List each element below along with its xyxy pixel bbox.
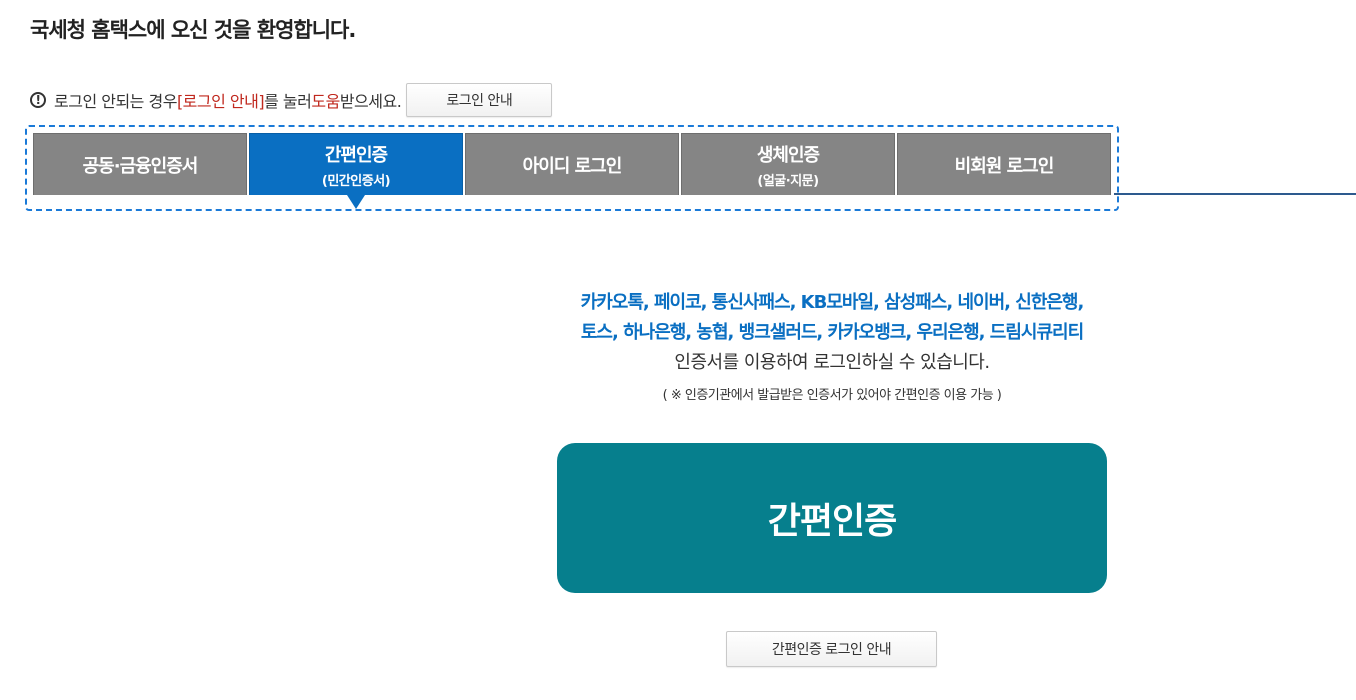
tab-label: 아이디 로그인 [522,155,623,177]
page-title: 국세청 홈택스에 오신 것을 환영합니다. [30,18,356,42]
login-guide-button[interactable]: 로그인 안내 [406,83,553,117]
notice-text-after: 받으세요. [339,92,402,111]
tab-label: 생체인증 [756,144,820,166]
simple-auth-button[interactable]: 간편인증 [557,443,1107,593]
login-method-tabs: 공동·금융인증서 간편인증 (민간인증서) 아이디 로그인 생체인증 (얼굴·지… [33,133,1113,195]
info-note: ( ※ 인증기관에서 발급받은 인증서가 있어야 간편인증 이용 가능 ) [662,388,1002,403]
notice-text-middle: 를 눌러 [264,92,312,111]
providers-line-1: 카카오톡, 페이코, 통신사패스, KB모바일, 삼성패스, 네이버, 신한은행… [580,292,1085,313]
notice-highlight: 도움 [311,92,340,111]
tab-id-login[interactable]: 아이디 로그인 [465,133,679,195]
tab-sublabel: (민간인증서) [321,173,391,189]
simple-auth-guide-button[interactable]: 간편인증 로그인 안내 [726,631,937,667]
tab-underline [1114,193,1356,195]
tab-label: 비회원 로그인 [954,155,1055,177]
simple-auth-info: 카카오톡, 페이코, 통신사패스, KB모바일, 삼성패스, 네이버, 신한은행… [470,288,1194,403]
tab-joint-certificate[interactable]: 공동·금융인증서 [33,133,247,195]
info-description: 인증서를 이용하여 로그인하실 수 있습니다. [674,352,990,373]
tab-sublabel: (얼굴·지문) [757,173,819,189]
tab-label: 간편인증 [324,144,388,166]
notice-text-before: 로그인 안되는 경우 [54,92,177,111]
providers-line-2: 토스, 하나은행, 농협, 뱅크샐러드, 카카오뱅크, 우리은행, 드림시큐리티 [580,322,1084,343]
tab-biometric[interactable]: 생체인증 (얼굴·지문) [681,133,895,195]
login-page: 국세청 홈택스에 오신 것을 환영합니다. ! 로그인 안되는 경우 [로그인 … [0,0,1356,700]
login-notice: ! 로그인 안되는 경우 [로그인 안내] 를 눌러 도움 받으세요. 로그인 … [30,83,553,117]
tab-simple-auth[interactable]: 간편인증 (민간인증서) [249,133,463,195]
tab-guest-login[interactable]: 비회원 로그인 [897,133,1111,195]
notice-link-text: [로그인 안내] [176,92,265,111]
exclamation-circle-icon: ! [30,92,46,108]
tab-label: 공동·금융인증서 [82,155,199,177]
